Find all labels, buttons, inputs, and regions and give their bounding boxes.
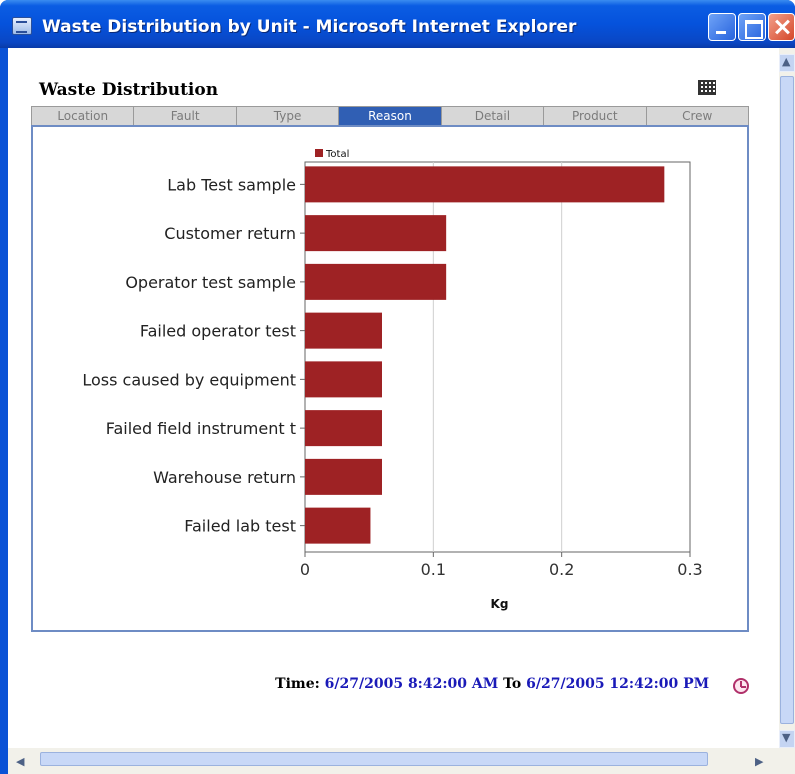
category-label: Customer return [164, 224, 296, 243]
category-label: Lab Test sample [167, 175, 296, 194]
category-label: Warehouse return [153, 468, 296, 487]
bar [305, 361, 382, 398]
bar [305, 312, 382, 349]
legend-swatch [315, 149, 323, 157]
legend-label: Total [325, 149, 349, 160]
waste-bar-chart: 0 0.1 0.2 0.3 Lab Test sample Customer return… [82, 149, 703, 611]
category-label: Failed lab test [184, 517, 296, 536]
x-tick-label: 0 [300, 560, 310, 579]
bar [305, 507, 371, 544]
x-tick-label: 0.1 [421, 560, 446, 579]
x-tick-label: 0.2 [549, 560, 574, 579]
time-label: Time: [275, 676, 320, 692]
category-label: Failed field instrument t [106, 419, 296, 438]
category-label: Operator test sample [125, 273, 296, 292]
time-end: 6/27/2005 12:42:00 PM [526, 676, 710, 692]
bar [305, 410, 382, 447]
category-label: Loss caused by equipment [82, 370, 296, 389]
category-label: Failed operator test [140, 322, 296, 341]
bar [305, 215, 447, 252]
time-to-label: To [503, 676, 522, 692]
bar [305, 166, 665, 203]
bar [305, 458, 382, 495]
x-tick-label: 0.3 [677, 560, 702, 579]
time-range: Time: 6/27/2005 8:42:00 AM To 6/27/2005 … [0, 676, 736, 692]
x-axis-title: Kg [491, 597, 509, 611]
bar [305, 263, 447, 300]
clock-icon[interactable] [733, 678, 749, 694]
time-start: 6/27/2005 8:42:00 AM [324, 676, 499, 692]
